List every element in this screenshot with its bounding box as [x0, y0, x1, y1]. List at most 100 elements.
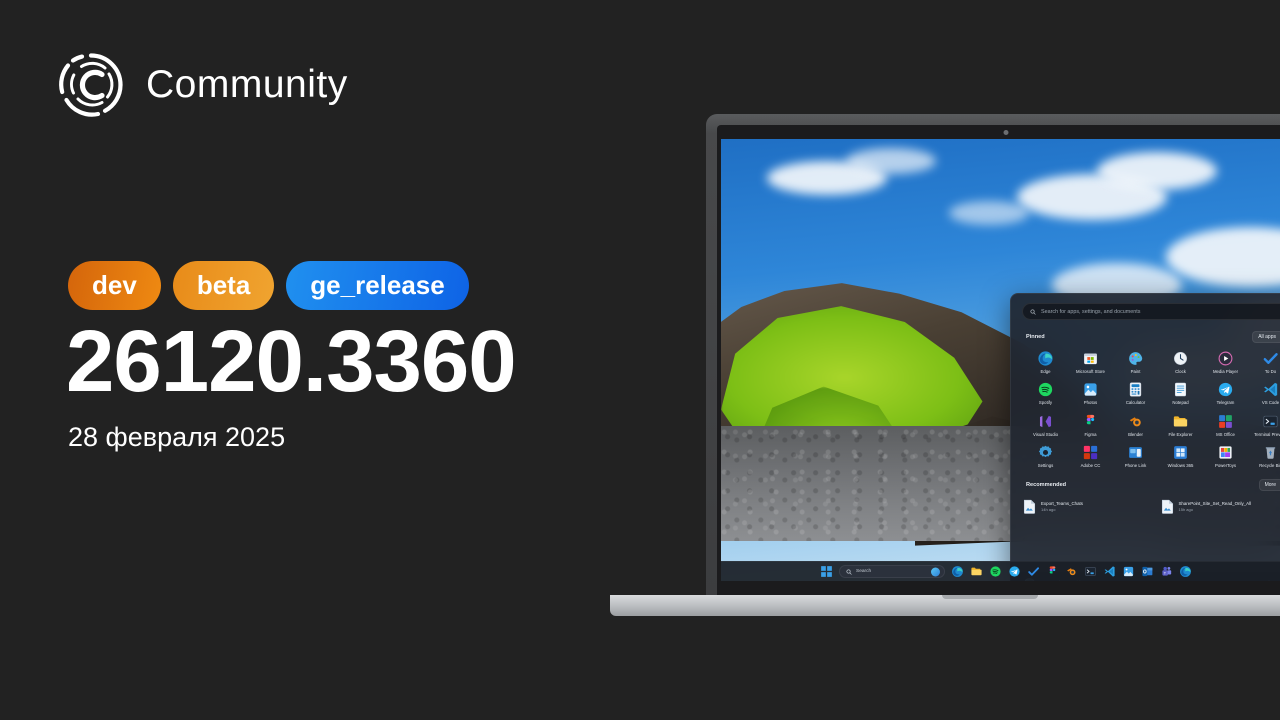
pinned-app-label: Adobe CC	[1080, 462, 1101, 468]
file-explorer-icon	[1172, 413, 1189, 430]
spotify-icon	[1037, 381, 1054, 398]
figma-icon	[1082, 413, 1099, 430]
taskbar-spotify-icon[interactable]	[989, 565, 1002, 578]
taskbar-outlook-icon[interactable]	[1141, 565, 1154, 578]
windows-365-icon	[1172, 444, 1189, 461]
pinned-app-telegram[interactable]: Telegram	[1203, 381, 1248, 405]
notepad-icon	[1172, 381, 1189, 398]
recommended-item[interactable]: SharePoint_Site_Set_Read_Only_All 15h ag…	[1161, 499, 1280, 514]
clock-icon	[1172, 350, 1189, 367]
taskbar-search-placeholder: Search	[856, 569, 872, 574]
pinned-app-label: Microsoft Store	[1076, 369, 1105, 374]
badge-dev: dev	[68, 261, 161, 310]
pinned-app-to-do[interactable]: To Do	[1248, 350, 1280, 374]
start-search-placeholder: Search for apps, settings, and documents	[1041, 308, 1141, 315]
laptop-base	[610, 595, 1280, 616]
taskbar-telegram-icon[interactable]	[1008, 565, 1021, 578]
copilot-icon[interactable]	[931, 567, 940, 576]
laptop-lid: Search for apps, settings, and documents…	[706, 114, 1280, 595]
pinned-app-microsoft-store[interactable]: Microsoft Store	[1068, 350, 1113, 374]
pinned-app-recycle-bin[interactable]: Recycle Bin	[1248, 444, 1280, 468]
pinned-app-vs-code[interactable]: VS Code	[1248, 381, 1280, 405]
recommended-item[interactable]: Export_Teams_Chats 14h ago	[1023, 499, 1156, 514]
search-icon	[846, 568, 852, 575]
pinned-app-settings[interactable]: Settings	[1023, 444, 1068, 468]
pinned-app-calculator[interactable]: Calculator	[1113, 381, 1158, 405]
telegram-icon	[1217, 381, 1234, 398]
pinned-apps-grid: Edge Microsoft Store Paint Clock Media P…	[1023, 350, 1280, 468]
all-apps-label: All apps	[1258, 334, 1276, 340]
pinned-app-photos[interactable]: Photos	[1068, 381, 1113, 405]
pinned-app-label: PowerToys	[1214, 462, 1236, 468]
start-search-input[interactable]: Search for apps, settings, and documents	[1022, 303, 1280, 320]
pinned-app-media-player[interactable]: Media Player	[1203, 350, 1248, 374]
windows-start-icon[interactable]	[820, 565, 833, 578]
pinned-app-label: Calculator	[1125, 400, 1146, 406]
badge-ge-release: ge_release	[286, 261, 469, 310]
ms-office-icon	[1217, 413, 1234, 430]
taskbar-apps: T	[951, 565, 1192, 578]
webcam-icon	[1003, 130, 1009, 135]
terminal-preview-icon	[1262, 413, 1279, 430]
brand-title: Community	[146, 63, 348, 106]
taskbar-to-do-icon[interactable]	[1027, 565, 1040, 578]
calculator-icon	[1127, 381, 1144, 398]
pinned-app-label: To Do	[1264, 369, 1277, 374]
pinned-app-phone-link[interactable]: Phone Link	[1113, 444, 1158, 468]
pinned-app-label: Notepad	[1172, 400, 1189, 406]
pinned-app-powertoys[interactable]: PowerToys	[1203, 444, 1248, 468]
pinned-app-label: Blender	[1128, 431, 1143, 437]
all-apps-button[interactable]: All apps	[1252, 331, 1280, 343]
pinned-app-label: Figma	[1084, 431, 1097, 437]
pinned-app-label: VS Code	[1261, 400, 1280, 406]
taskbar-teams-icon[interactable]: T	[1160, 565, 1173, 578]
powertoys-icon	[1217, 444, 1234, 461]
pinned-app-notepad[interactable]: Notepad	[1158, 381, 1203, 405]
pinned-app-label: Paint	[1130, 369, 1141, 374]
build-date: 28 февраля 2025	[68, 422, 286, 452]
document-icon	[1161, 499, 1174, 514]
pinned-app-label: Clock	[1175, 369, 1186, 374]
brand: Community	[58, 52, 348, 118]
pinned-app-spotify[interactable]: Spotify	[1023, 381, 1068, 405]
taskbar-edge-icon-2[interactable]	[1179, 565, 1192, 578]
taskbar-figma-icon[interactable]	[1046, 565, 1059, 578]
taskbar-search-input[interactable]: Search	[839, 565, 945, 578]
more-button[interactable]: More	[1258, 479, 1280, 492]
pinned-title: Pinned	[1026, 334, 1045, 340]
pinned-app-label: Recycle Bin	[1259, 462, 1280, 468]
pinned-app-windows-365[interactable]: Windows 365	[1158, 444, 1203, 468]
pinned-app-ms-office[interactable]: MS Office	[1203, 413, 1248, 437]
pinned-app-file-explorer[interactable]: File Explorer	[1158, 413, 1203, 437]
phone-link-icon	[1127, 444, 1144, 461]
laptop-mockup: Search for apps, settings, and documents…	[610, 114, 1280, 619]
pinned-app-label: Edge	[1040, 369, 1051, 374]
edge-icon	[1037, 350, 1054, 367]
taskbar: Search T	[721, 561, 1280, 581]
taskbar-terminal-preview-icon[interactable]	[1084, 565, 1097, 578]
pinned-app-label: Spotify	[1038, 400, 1053, 406]
pinned-app-label: Media Player	[1212, 369, 1239, 374]
pinned-app-visual-studio[interactable]: Visual Studio	[1023, 413, 1068, 437]
taskbar-vs-code-icon[interactable]	[1103, 565, 1116, 578]
recommended-list: Export_Teams_Chats 14h ago SharePoint_Si…	[1023, 499, 1280, 514]
settings-gear-icon	[1037, 444, 1054, 461]
pinned-app-label: Phone Link	[1124, 462, 1147, 468]
pinned-app-edge[interactable]: Edge	[1023, 350, 1068, 374]
pinned-app-adobe-cc[interactable]: Adobe CC	[1068, 444, 1113, 468]
taskbar-file-explorer-icon[interactable]	[970, 565, 983, 578]
vs-code-icon	[1262, 381, 1279, 398]
taskbar-photos-icon[interactable]	[1122, 565, 1135, 578]
taskbar-blender-icon[interactable]	[1065, 565, 1078, 578]
pinned-app-terminal-preview[interactable]: Terminal Preview	[1248, 413, 1280, 437]
search-icon	[1030, 308, 1036, 315]
badge-beta: beta	[172, 261, 275, 310]
pinned-app-figma[interactable]: Figma	[1068, 413, 1113, 437]
pinned-app-label: Windows 365	[1167, 462, 1194, 468]
start-menu[interactable]: Search for apps, settings, and documents…	[1010, 293, 1280, 581]
pinned-app-paint[interactable]: Paint	[1113, 350, 1158, 374]
pinned-app-clock[interactable]: Clock	[1158, 350, 1203, 374]
taskbar-edge-icon[interactable]	[951, 565, 964, 578]
pinned-app-blender[interactable]: Blender	[1113, 413, 1158, 437]
pinned-app-label: Telegram	[1216, 400, 1235, 406]
